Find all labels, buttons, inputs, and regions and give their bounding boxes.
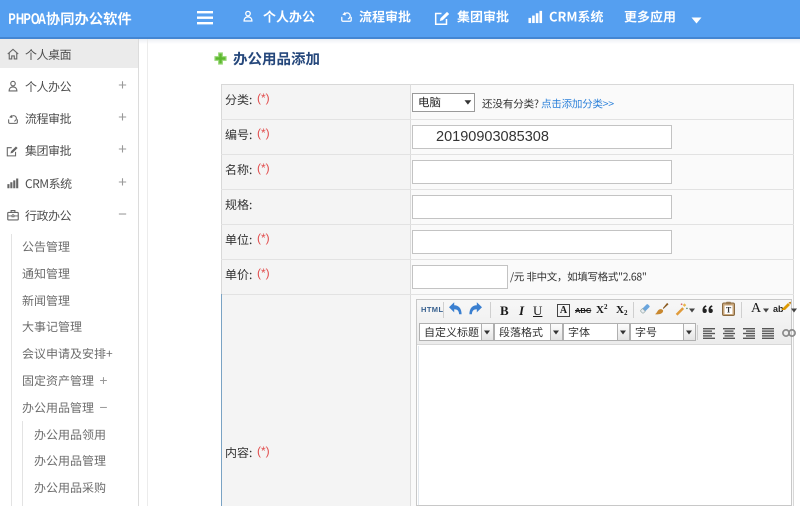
svg-text:T: T <box>726 306 732 315</box>
